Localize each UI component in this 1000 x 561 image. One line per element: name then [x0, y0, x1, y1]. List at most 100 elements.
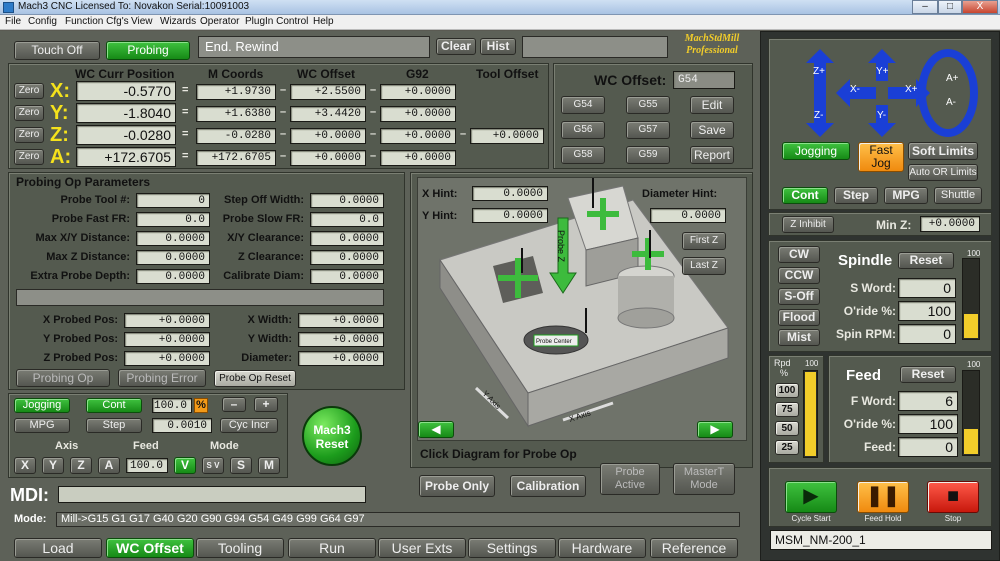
g55-button[interactable]: G55 — [626, 96, 670, 114]
prev-arrow-button[interactable]: ◀ — [418, 421, 454, 438]
save-button[interactable]: Save — [690, 121, 734, 139]
spindle-cw-button[interactable]: CW — [778, 246, 820, 263]
g57-button[interactable]: G57 — [626, 121, 670, 139]
dro-y-wc[interactable]: -1.8040 — [76, 103, 176, 123]
x-probed-field[interactable]: +0.0000 — [124, 313, 210, 328]
z-inhibit-button[interactable]: Z Inhibit — [782, 216, 834, 233]
menu-view[interactable]: View — [131, 16, 153, 27]
max-xy-field[interactable]: 0.0000 — [136, 231, 210, 246]
mach3-reset-button[interactable]: Mach3 Reset — [302, 406, 362, 466]
zero-x-button[interactable]: Zero — [14, 83, 44, 99]
fast-jog-button[interactable]: Fast Jog — [858, 142, 904, 172]
jog-mpg-button[interactable]: MPG — [14, 418, 70, 433]
axis-a-button[interactable]: A — [98, 457, 120, 474]
diameter-hint-field[interactable]: 0.0000 — [650, 208, 726, 223]
mode-s-button[interactable]: S — [230, 457, 252, 474]
menu-function-cfgs[interactable]: Function Cfg's — [65, 16, 129, 27]
probe-only-button[interactable]: Probe Only — [419, 475, 495, 497]
jog-plus-button[interactable]: + — [254, 397, 278, 412]
mode-v-button[interactable]: V — [174, 457, 196, 474]
rapid-override-slider[interactable] — [803, 370, 818, 458]
jogging-button[interactable]: Jogging — [14, 398, 70, 413]
stop-button[interactable]: ■ — [927, 481, 979, 513]
dro-a-offset[interactable]: +0.0000 — [290, 150, 366, 166]
spindle-override-slider[interactable] — [962, 258, 980, 340]
dro-x-mcoord[interactable]: +1.9730 — [196, 84, 276, 100]
rapid-75-button[interactable]: 75 — [775, 402, 799, 417]
dro-a-wc[interactable]: +172.6705 — [76, 147, 176, 167]
probing-button[interactable]: Probing — [106, 41, 190, 60]
feed-hold-button[interactable]: ❚❚ — [857, 481, 909, 513]
dro-z-g92[interactable]: +0.0000 — [380, 128, 456, 144]
shuttle-button[interactable]: Shuttle — [934, 187, 982, 204]
y-probed-field[interactable]: +0.0000 — [124, 332, 210, 347]
dro-y-offset[interactable]: +3.4420 — [290, 106, 366, 122]
jog-percent-field[interactable]: 100.0 — [152, 398, 192, 413]
minimize-button[interactable]: – — [912, 0, 938, 14]
touch-off-button[interactable]: Touch Off — [14, 41, 100, 60]
zero-y-button[interactable]: Zero — [14, 105, 44, 121]
menu-wizards[interactable]: Wizards — [160, 16, 196, 27]
feed-rate-field[interactable]: 0 — [898, 437, 958, 457]
right-mpg-button[interactable]: MPG — [884, 187, 928, 204]
feed-override-slider[interactable] — [962, 370, 980, 456]
y-width-field[interactable]: +0.0000 — [298, 332, 384, 347]
menu-config[interactable]: Config — [28, 16, 57, 27]
step-size-field[interactable]: 0.0010 — [152, 418, 212, 433]
mist-button[interactable]: Mist — [778, 329, 820, 346]
tab-hardware[interactable]: Hardware — [558, 538, 646, 558]
s-word-field[interactable]: 0 — [898, 278, 956, 298]
probe-slow-fr-field[interactable]: 0.0 — [310, 212, 384, 227]
probe-fast-fr-field[interactable]: 0.0 — [136, 212, 210, 227]
dro-a-g92[interactable]: +0.0000 — [380, 150, 456, 166]
history-button[interactable]: Hist — [480, 38, 516, 55]
max-z-field[interactable]: 0.0000 — [136, 250, 210, 265]
menu-file[interactable]: File — [5, 16, 21, 27]
wc-offset-select[interactable]: G54 — [673, 71, 735, 89]
tab-run[interactable]: Run — [288, 538, 376, 558]
spindle-off-button[interactable]: S-Off — [778, 288, 820, 305]
auto-or-limits-button[interactable]: Auto OR Limits — [908, 164, 978, 181]
rapid-25-button[interactable]: 25 — [775, 440, 799, 455]
last-z-button[interactable]: Last Z — [682, 257, 726, 275]
spindle-reset-button[interactable]: Reset — [898, 252, 954, 269]
dro-x-offset[interactable]: +2.5500 — [290, 84, 366, 100]
jog-feed-field[interactable]: 100.0 — [126, 458, 168, 473]
spindle-ccw-button[interactable]: CCW — [778, 267, 820, 284]
menu-help[interactable]: Help — [313, 16, 334, 27]
tab-user-exts[interactable]: User Exts — [378, 538, 466, 558]
spindle-oride-field[interactable]: 100 — [898, 301, 956, 321]
tab-reference[interactable]: Reference — [650, 538, 738, 558]
jog-minus-button[interactable]: – — [222, 397, 246, 412]
dro-a-mcoord[interactable]: +172.6705 — [196, 150, 276, 166]
g56-button[interactable]: G56 — [561, 121, 605, 139]
probe-tool-field[interactable]: 0 — [136, 193, 210, 208]
feed-reset-button[interactable]: Reset — [900, 366, 956, 383]
axis-x-button[interactable]: X — [14, 457, 36, 474]
dro-y-g92[interactable]: +0.0000 — [380, 106, 456, 122]
jog-step-button[interactable]: Step — [86, 418, 142, 433]
x-hint-field[interactable]: 0.0000 — [472, 186, 548, 201]
dro-x-g92[interactable]: +0.0000 — [380, 84, 456, 100]
maximize-button[interactable]: □ — [938, 0, 962, 14]
z-probed-field[interactable]: +0.0000 — [124, 351, 210, 366]
g58-button[interactable]: G58 — [561, 146, 605, 164]
tab-settings[interactable]: Settings — [468, 538, 556, 558]
menu-plugin-control[interactable]: PlugIn Control — [245, 16, 308, 27]
first-z-button[interactable]: First Z — [682, 232, 726, 250]
report-button[interactable]: Report — [690, 146, 734, 164]
mode-sv-button[interactable]: S V — [202, 457, 224, 474]
probe-op-reset-button[interactable]: Probe Op Reset — [214, 370, 296, 387]
spin-rpm-field[interactable]: 0 — [898, 324, 956, 344]
edit-button[interactable]: Edit — [690, 96, 734, 114]
jogging-toggle[interactable]: Jogging — [782, 142, 850, 160]
tab-tooling[interactable]: Tooling — [196, 538, 284, 558]
tab-wc-offset[interactable]: WC Offset — [106, 538, 194, 558]
zero-z-button[interactable]: Zero — [14, 127, 44, 143]
g54-button[interactable]: G54 — [561, 96, 605, 114]
calibration-button[interactable]: Calibration — [510, 475, 586, 497]
dro-z-offset[interactable]: +0.0000 — [290, 128, 366, 144]
zero-a-button[interactable]: Zero — [14, 149, 44, 165]
tab-load[interactable]: Load — [14, 538, 102, 558]
flood-button[interactable]: Flood — [778, 309, 820, 326]
